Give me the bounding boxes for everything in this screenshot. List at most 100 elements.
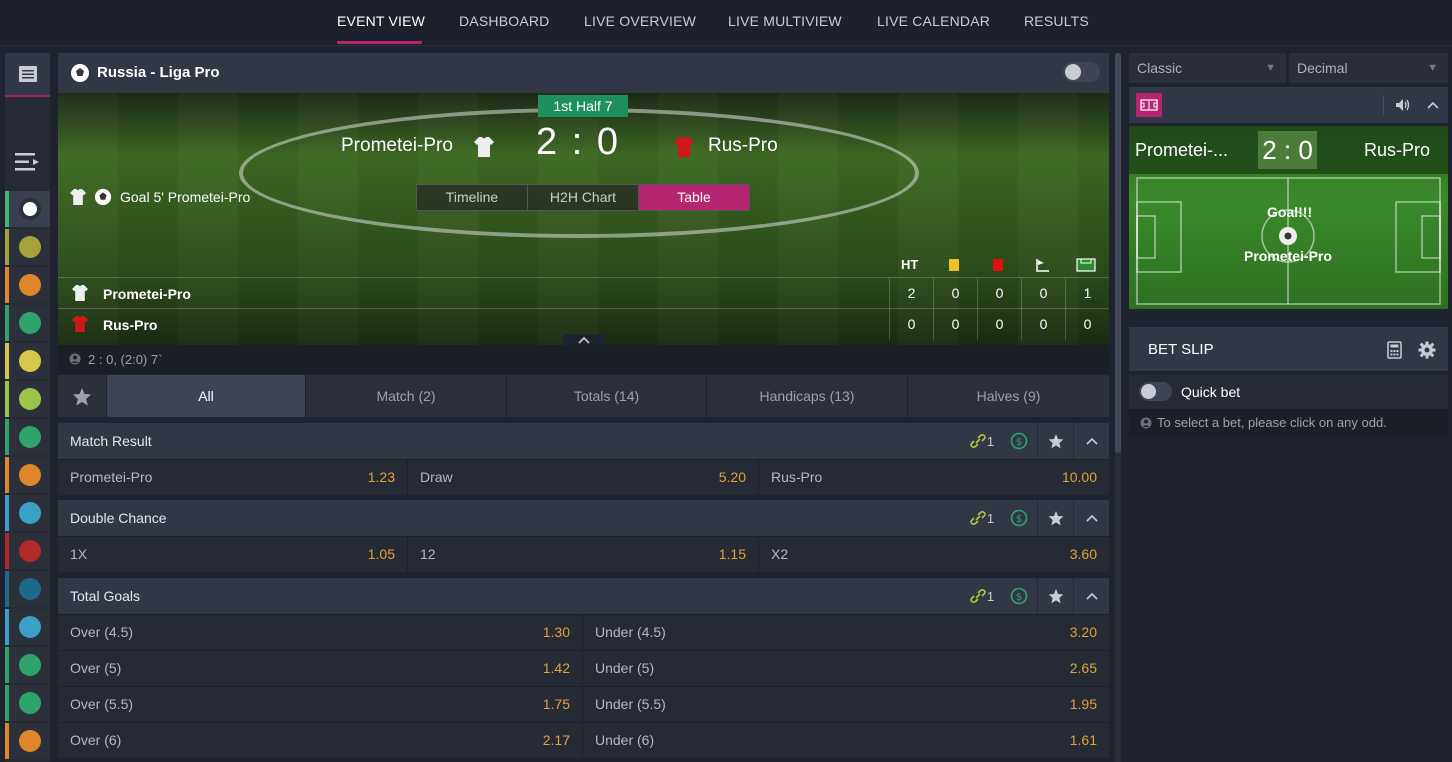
odd-value: 2.65 <box>1069 660 1097 676</box>
nav-results[interactable]: RESULTS <box>1024 13 1089 29</box>
stats-table: HT Prometei-Pro 2 0 0 0 1 Rus-Pro 0 0 0 … <box>58 253 1109 345</box>
menu-icon[interactable] <box>5 149 50 175</box>
sport-item[interactable] <box>5 647 50 683</box>
sport-item[interactable] <box>5 229 50 265</box>
odd-value: 3.60 <box>1069 546 1097 562</box>
nav-event-view[interactable]: EVENT VIEW <box>337 13 425 29</box>
tab-all[interactable]: All <box>107 375 306 417</box>
cricket-icon <box>18 426 41 448</box>
chevron-up-icon[interactable] <box>1073 500 1109 536</box>
field-view-icon[interactable] <box>1136 93 1162 117</box>
quick-bet-toggle[interactable] <box>1139 382 1172 401</box>
link-button[interactable]: 1 <box>963 500 1001 536</box>
odd-button[interactable]: X2 3.60 <box>759 537 1109 572</box>
cashout-icon[interactable]: $ <box>1001 500 1037 536</box>
tennis-ball-icon <box>18 236 41 258</box>
nav-dashboard[interactable]: DASHBOARD <box>459 13 549 29</box>
chevron-up-icon[interactable] <box>1073 423 1109 459</box>
odd-button[interactable]: Over (6) 2.17 <box>58 723 583 758</box>
tab-handicaps[interactable]: Handicaps (13) <box>707 375 908 417</box>
odd-button[interactable]: Over (5.5) 1.75 <box>58 687 583 722</box>
odd-button[interactable]: Under (5.5) 1.95 <box>583 687 1109 722</box>
sport-item[interactable] <box>5 267 50 303</box>
odd-button[interactable]: Over (5) 1.42 <box>58 651 583 686</box>
star-icon[interactable] <box>1037 578 1073 614</box>
tab-match[interactable]: Match (2) <box>306 375 507 417</box>
sport-item[interactable] <box>5 533 50 569</box>
odd-button[interactable]: Under (6) 1.61 <box>583 723 1109 758</box>
chevron-up-icon[interactable] <box>1427 101 1439 109</box>
market-title: Total Goals <box>70 588 141 604</box>
sound-icon[interactable] <box>1395 98 1411 112</box>
star-icon[interactable] <box>1037 423 1073 459</box>
favorite-toggle[interactable] <box>1063 62 1100 82</box>
tab-halves[interactable]: Halves (9) <box>908 375 1109 417</box>
odd-button[interactable]: 1X 1.05 <box>58 537 408 572</box>
cashout-icon[interactable]: $ <box>1001 423 1037 459</box>
sport-item[interactable] <box>5 457 50 493</box>
gear-icon[interactable] <box>1418 341 1436 359</box>
odd-label: Over (4.5) <box>70 624 134 640</box>
sport-item[interactable] <box>5 495 50 531</box>
market-header[interactable]: Match Result 1 $ <box>58 423 1109 459</box>
sport-item[interactable] <box>5 571 50 607</box>
active-tab-underline <box>337 41 422 44</box>
link-button[interactable]: 1 <box>963 578 1001 614</box>
star-icon <box>72 387 92 406</box>
odd-button[interactable]: Prometei-Pro 1.23 <box>58 460 408 495</box>
main-scrollbar-thumb[interactable] <box>1115 53 1121 453</box>
sport-item[interactable] <box>5 191 50 227</box>
sport-item[interactable] <box>5 343 50 379</box>
cashout-icon[interactable]: $ <box>1001 578 1037 614</box>
link-button[interactable]: 1 <box>963 423 1001 459</box>
sport-item[interactable] <box>5 419 50 455</box>
sport-item[interactable] <box>5 381 50 417</box>
bet-slip-header: BET SLIP <box>1129 327 1448 371</box>
tab-totals[interactable]: Totals (14) <box>507 375 707 417</box>
favorites-star-tab[interactable] <box>58 375 107 417</box>
sport-item[interactable] <box>5 609 50 645</box>
info-person-icon <box>69 353 81 365</box>
market-title: Double Chance <box>70 510 167 526</box>
odd-button[interactable]: Over (4.5) 1.30 <box>58 615 583 650</box>
odds-row: Over (6) 2.17 Under (6) 1.61 <box>58 722 1109 758</box>
sport-item[interactable] <box>5 305 50 341</box>
view-mode-select[interactable]: Classic ▼ <box>1129 53 1286 83</box>
score-display: 2 : 0 <box>536 121 620 164</box>
sport-item[interactable] <box>5 685 50 721</box>
sport-item[interactable] <box>5 723 50 759</box>
tab-table[interactable]: Table <box>639 185 749 210</box>
nav-live-multiview[interactable]: LIVE MULTIVIEW <box>728 13 842 29</box>
odd-value: 1.23 <box>367 469 395 485</box>
odd-button[interactable]: Draw 5.20 <box>408 460 759 495</box>
odd-label: Rus-Pro <box>771 469 823 485</box>
link-count: 1 <box>986 588 995 604</box>
odd-button[interactable]: 12 1.15 <box>408 537 759 572</box>
tablet-game-icon <box>18 616 41 638</box>
bet-slip-hint: To select a bet, please click on any odd… <box>1129 409 1448 437</box>
nav-live-calendar[interactable]: LIVE CALENDAR <box>877 13 990 29</box>
esports-dota-icon <box>18 540 41 562</box>
tab-h2h-chart[interactable]: H2H Chart <box>528 185 639 210</box>
tab-timeline[interactable]: Timeline <box>417 185 528 210</box>
odd-button[interactable]: Under (4.5) 3.20 <box>583 615 1109 650</box>
odds-format-select[interactable]: Decimal ▼ <box>1289 53 1448 83</box>
link-icon <box>970 434 986 448</box>
odd-button[interactable]: Rus-Pro 10.00 <box>759 460 1109 495</box>
odd-button[interactable]: Under (5) 2.65 <box>583 651 1109 686</box>
nav-live-overview[interactable]: LIVE OVERVIEW <box>584 13 696 29</box>
mini-pitch <box>1136 177 1441 305</box>
volleyball-icon <box>18 350 41 372</box>
market-header[interactable]: Double Chance 1 $ <box>58 500 1109 536</box>
list-icon[interactable] <box>5 53 50 97</box>
chevron-up-icon[interactable] <box>1073 578 1109 614</box>
live-event-text: Goal!!! <box>1267 204 1313 220</box>
bet-slip-title: BET SLIP <box>1148 341 1214 358</box>
star-icon[interactable] <box>1037 500 1073 536</box>
table-tennis-icon <box>18 312 41 334</box>
yellow-card-icon <box>949 259 959 271</box>
calculator-icon[interactable] <box>1387 341 1402 359</box>
odd-label: 12 <box>420 546 436 562</box>
market-header[interactable]: Total Goals 1 $ <box>58 578 1109 614</box>
stat-cell: 0 <box>977 309 1021 340</box>
